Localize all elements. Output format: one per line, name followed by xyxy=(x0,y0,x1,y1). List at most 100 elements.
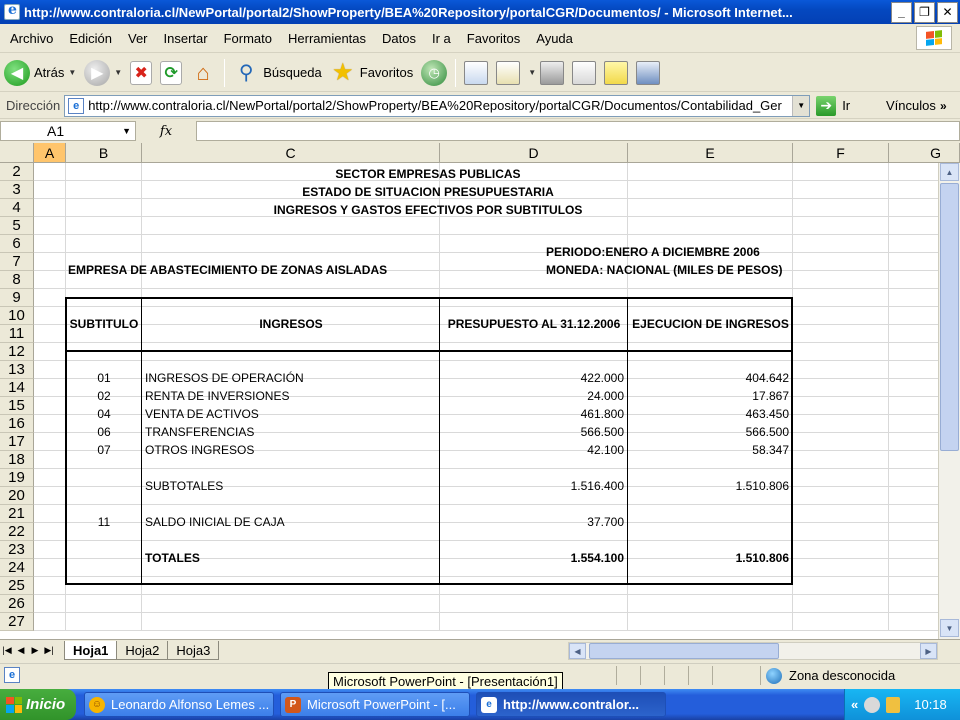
links-more-icon[interactable]: » xyxy=(940,99,947,113)
menu-edicion[interactable]: Edición xyxy=(61,31,120,46)
back-dropdown-icon[interactable]: ▼ xyxy=(68,68,76,77)
fx-icon[interactable]: fx xyxy=(136,124,196,139)
column-header-a[interactable]: A xyxy=(34,143,66,163)
mail-dropdown-icon[interactable]: ▼ xyxy=(528,68,536,77)
maximize-button[interactable]: ❐ xyxy=(914,1,935,23)
next-sheet-icon[interactable]: ▶ xyxy=(28,645,42,656)
stop-button[interactable]: ✖ xyxy=(126,56,156,90)
menu-formato[interactable]: Formato xyxy=(216,31,280,46)
row-header[interactable]: 7 xyxy=(0,253,34,271)
column-header-d[interactable]: D xyxy=(440,143,628,163)
address-dropdown-icon[interactable]: ▼ xyxy=(792,95,810,116)
prev-sheet-icon[interactable]: ◀ xyxy=(14,645,28,656)
note-icon[interactable] xyxy=(604,60,629,85)
forward-dropdown-icon[interactable]: ▼ xyxy=(114,68,122,77)
address-url[interactable]: http://www.contraloria.cl/NewPortal/port… xyxy=(88,98,792,113)
row-header[interactable]: 11 xyxy=(0,325,34,343)
row-header[interactable]: 27 xyxy=(0,613,34,631)
row-header[interactable]: 20 xyxy=(0,487,34,505)
scroll-left-icon[interactable]: ◀ xyxy=(569,643,586,659)
forward-button[interactable]: ▶ ▼ xyxy=(80,56,126,90)
row-header[interactable]: 18 xyxy=(0,451,34,469)
close-button[interactable]: ✕ xyxy=(937,1,958,23)
print-icon[interactable] xyxy=(540,60,565,85)
first-sheet-icon[interactable]: |◀ xyxy=(0,645,14,656)
vertical-scrollbar[interactable]: ▲ ▼ xyxy=(938,163,960,639)
go-button[interactable]: ➔ Ir xyxy=(816,95,850,116)
favorites-button[interactable]: ★ Favoritos xyxy=(326,56,417,90)
sheet-tab-hoja1[interactable]: Hoja1 xyxy=(64,641,118,660)
menu-insertar[interactable]: Insertar xyxy=(156,31,216,46)
research-icon[interactable] xyxy=(464,60,489,85)
scroll-right-icon[interactable]: ▶ xyxy=(920,643,937,659)
name-box-dropdown-icon[interactable]: ▼ xyxy=(122,126,131,136)
row-header[interactable]: 13 xyxy=(0,361,34,379)
links-button[interactable]: Vínculos xyxy=(886,98,936,113)
row-header[interactable]: 24 xyxy=(0,559,34,577)
row-gridline xyxy=(34,234,960,235)
history-button[interactable]: ◷ xyxy=(417,56,451,90)
tray-expand-icon[interactable]: « xyxy=(851,697,858,712)
row-header[interactable]: 23 xyxy=(0,541,34,559)
row-header[interactable]: 3 xyxy=(0,181,34,199)
column-header-c[interactable]: C xyxy=(142,143,440,163)
row-header[interactable]: 10 xyxy=(0,307,34,325)
home-icon: ⌂ xyxy=(196,59,210,85)
row-header[interactable]: 14 xyxy=(0,379,34,397)
column-header-g[interactable]: G xyxy=(889,143,960,163)
horizontal-scroll-thumb[interactable] xyxy=(589,643,779,659)
network-icon[interactable] xyxy=(864,696,881,713)
back-button[interactable]: ◀ Atrás ▼ xyxy=(0,56,80,90)
start-button[interactable]: Inicio xyxy=(0,689,76,720)
menu-favoritos[interactable]: Favoritos xyxy=(459,31,528,46)
name-box[interactable]: A1 ▼ xyxy=(0,121,136,141)
menu-ver[interactable]: Ver xyxy=(120,31,156,46)
row-header[interactable]: 22 xyxy=(0,523,34,541)
row-header[interactable]: 16 xyxy=(0,415,34,433)
scroll-down-icon[interactable]: ▼ xyxy=(940,619,959,637)
saldo-budget: 37.700 xyxy=(587,515,624,529)
menu-herramientas[interactable]: Herramientas xyxy=(280,31,374,46)
menu-ir-a[interactable]: Ir a xyxy=(424,31,459,46)
row-header[interactable]: 15 xyxy=(0,397,34,415)
messenger-icon[interactable] xyxy=(636,60,661,85)
column-header-f[interactable]: F xyxy=(793,143,889,163)
row-header[interactable]: 4 xyxy=(0,199,34,217)
taskbar-item-powerpoint[interactable]: P Microsoft PowerPoint - [... xyxy=(280,692,470,717)
home-button[interactable]: ⌂ xyxy=(186,56,220,90)
row-header[interactable]: 9 xyxy=(0,289,34,307)
formula-input[interactable] xyxy=(196,121,960,141)
mail-icon[interactable] xyxy=(496,60,521,85)
minimize-button[interactable]: _ xyxy=(891,1,912,23)
address-input[interactable]: e http://www.contraloria.cl/NewPortal/po… xyxy=(64,94,811,117)
vertical-scroll-thumb[interactable] xyxy=(940,183,959,451)
row-header[interactable]: 5 xyxy=(0,217,34,235)
row-header[interactable]: 26 xyxy=(0,595,34,613)
column-header-b[interactable]: B xyxy=(66,143,142,163)
search-button[interactable]: ⚲ Búsqueda xyxy=(229,56,326,90)
security-shield-icon[interactable] xyxy=(886,696,901,713)
scroll-up-icon[interactable]: ▲ xyxy=(940,163,959,181)
horizontal-scrollbar[interactable]: ◀ ▶ xyxy=(568,642,938,660)
row-header[interactable]: 25 xyxy=(0,577,34,595)
row-header[interactable]: 2 xyxy=(0,163,34,181)
row-header[interactable]: 19 xyxy=(0,469,34,487)
menu-datos[interactable]: Datos xyxy=(374,31,424,46)
menu-archivo[interactable]: Archivo xyxy=(0,31,61,46)
sheet-tab-hoja3[interactable]: Hoja3 xyxy=(167,641,220,660)
last-sheet-icon[interactable]: ▶| xyxy=(42,645,56,656)
select-all-corner[interactable] xyxy=(0,143,34,163)
edit-icon[interactable] xyxy=(572,60,597,85)
taskbar-item-browser[interactable]: e http://www.contralor... xyxy=(476,692,666,717)
menu-ayuda[interactable]: Ayuda xyxy=(528,31,581,46)
row-header[interactable]: 17 xyxy=(0,433,34,451)
row-header[interactable]: 21 xyxy=(0,505,34,523)
taskbar-item-messenger[interactable]: ☺ Leonardo Alfonso Lemes ... xyxy=(84,692,274,717)
row-header[interactable]: 12 xyxy=(0,343,34,361)
spreadsheet-grid[interactable]: A B C D E F G 2 3 4 5 6 7 8 9 10 11 12 13 14 15 16 17 18… xyxy=(0,143,960,639)
row-header[interactable]: 6 xyxy=(0,235,34,253)
column-header-e[interactable]: E xyxy=(628,143,793,163)
refresh-button[interactable]: ⟳ xyxy=(156,56,186,90)
row-header[interactable]: 8 xyxy=(0,271,34,289)
sheet-tab-hoja2[interactable]: Hoja2 xyxy=(116,641,169,660)
